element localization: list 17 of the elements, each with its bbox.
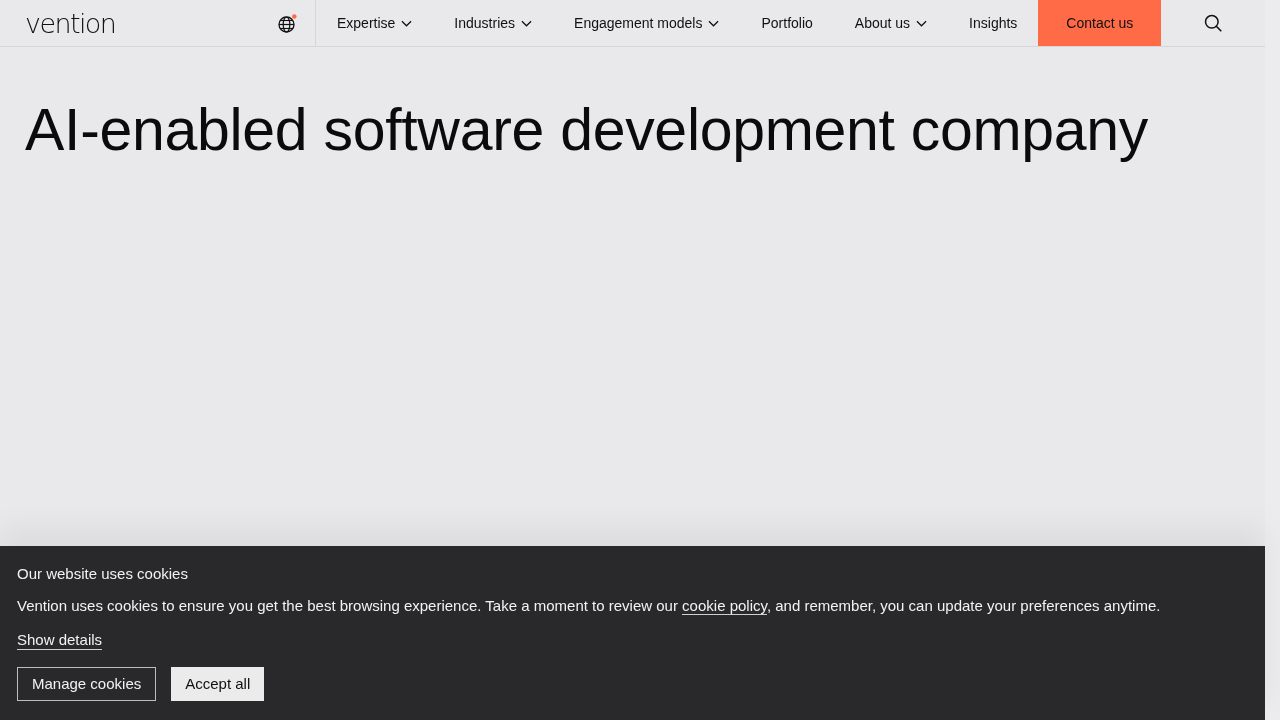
logo[interactable]: vention — [25, 9, 116, 37]
nav-link[interactable]: Expertise — [316, 0, 434, 46]
search-icon[interactable] — [1204, 14, 1223, 32]
manage-cookies-button[interactable]: Manage cookies — [17, 667, 157, 701]
hero-heading: AI-enabled software development company — [25, 97, 1150, 165]
nav-link[interactable]: Portfolio — [740, 0, 834, 46]
cookie-title: Our website uses cookies — [17, 564, 189, 584]
cookie-policy-link[interactable]: cookie policy — [682, 597, 767, 615]
show-details-link[interactable]: Show details — [17, 630, 103, 650]
accept-all-button[interactable]: Accept all — [171, 667, 265, 701]
nav-link[interactable]: Industries — [433, 0, 554, 46]
cookie-message: Vention uses cookies to ensure you get the best browsing experience. Take a moment to review our cookie policy, and remember, you can update your preferences anytime. — [17, 596, 1162, 616]
nav-link[interactable]: About us — [833, 0, 949, 46]
globe-icon[interactable] — [278, 13, 297, 33]
nav-link[interactable]: Engagement models — [553, 0, 741, 46]
contact-button[interactable]: Contact us — [1038, 0, 1162, 46]
nav-link[interactable]: Insights — [948, 0, 1039, 46]
